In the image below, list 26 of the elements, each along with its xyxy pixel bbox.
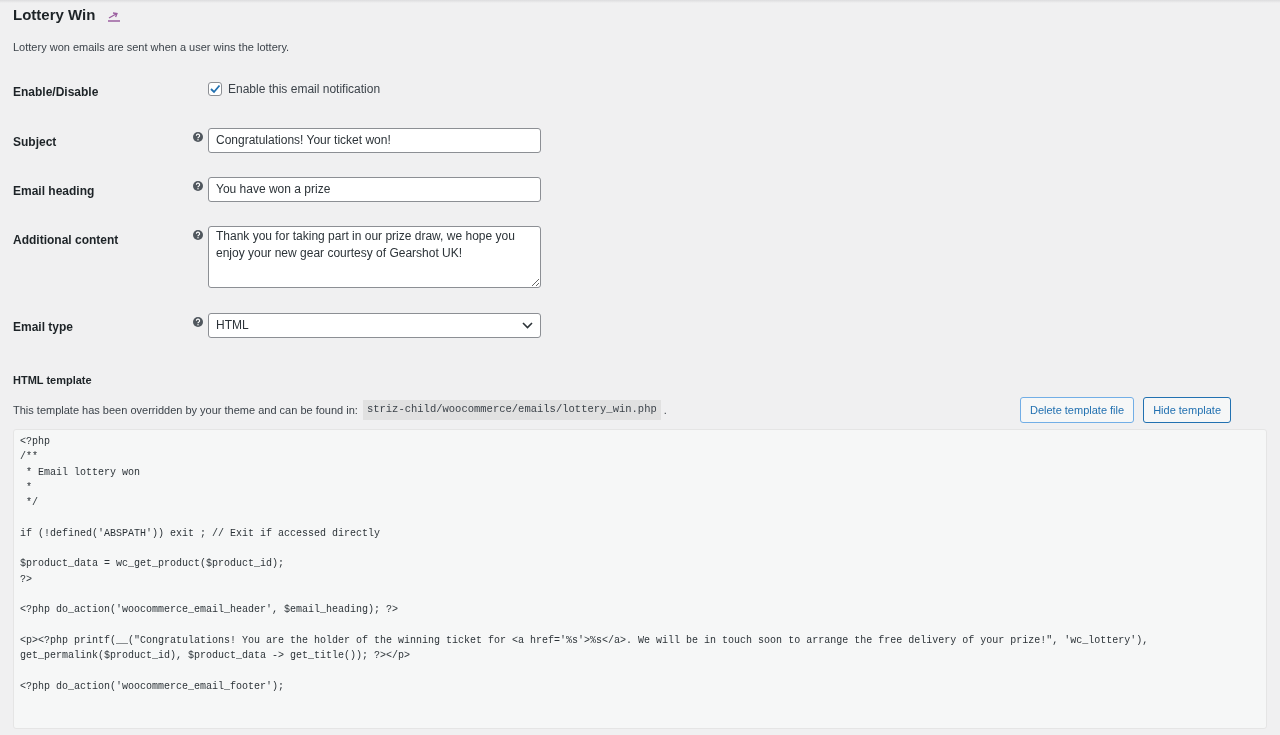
checkbox[interactable] (208, 81, 222, 96)
template-button[interactable]: Delete template file (1019, 397, 1135, 423)
text-field[interactable]: You have won a prize (208, 176, 541, 202)
help-icon (193, 180, 203, 191)
textarea-field[interactable]: Thank you for taking part in our prize draw, we hope you enjoy your new gear courtesy of Gearshot UK! (208, 225, 541, 288)
note-text: This template has been overridden by your theme and can be found in: (13, 402, 358, 418)
text-field[interactable]: Congratulations! Your ticket won! (208, 127, 541, 153)
description-text: Lottery won emails are sent when a user wins the lottery. (13, 40, 291, 55)
help-icon (193, 316, 203, 327)
chevron-down-icon (522, 321, 533, 329)
field-label: Email type (13, 318, 75, 336)
select-dropdown[interactable]: HTML (208, 312, 541, 338)
help-icon (193, 229, 203, 240)
field-label: Email heading (13, 182, 96, 200)
field-label: Subject (13, 133, 58, 151)
checkbox-label: Enable this email notification (228, 80, 381, 98)
field-label: Additional content (13, 231, 120, 249)
template-button[interactable]: Hide template (1143, 397, 1231, 423)
section-heading: HTML template (13, 372, 93, 388)
help-icon (193, 131, 203, 142)
field-label: Enable/Disable (13, 83, 100, 101)
page-title: Lottery Win (13, 4, 96, 25)
file-path: striz-child/woocommerce/emails/lottery_win.php (362, 400, 661, 420)
code-editor[interactable]: <?php /** * Email lottery won * */ if (!defined('ABSPATH')) exit ; // Exit if accessed directly $product_data = wc_get_product($product_id); ?> <?php do_action('woocommerce_email_header', $email_heading); ?> <p><?php printf(__("Congratulations! You are the holder of the winning ticket for <a href='%s'>%s</a>. We will be in touch soon to arrange the free delivery of your prize!", 'wc_lottery'), get_permalink($product_id), $product_data -> get_title()); ?></p> <?php do_action('woocommerce_email_footer'); (13, 429, 1267, 729)
period-text: . (663, 402, 667, 418)
upload-link-icon[interactable] (107, 10, 122, 22)
